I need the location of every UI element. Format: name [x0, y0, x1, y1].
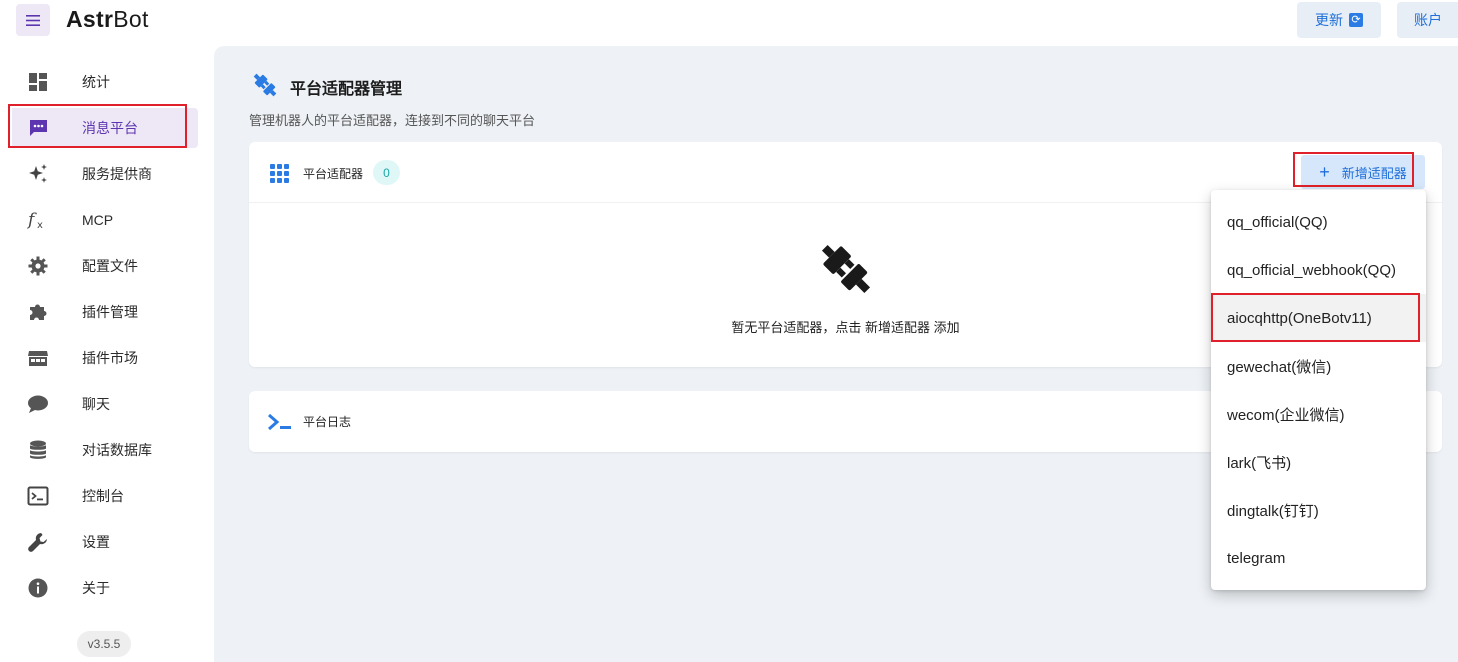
sidebar-item-label: 设置 [82, 534, 110, 550]
add-adapter-button[interactable]: + 新增适配器 [1301, 155, 1425, 189]
sidebar-item-label: 插件市场 [82, 350, 138, 366]
svg-text:x: x [37, 220, 43, 231]
menu-toggle-button[interactable] [16, 4, 50, 36]
update-button[interactable]: 更新 ⟳ [1297, 2, 1381, 38]
update-label: 更新 [1315, 12, 1343, 28]
plug-icon [253, 73, 277, 97]
sidebar-item-settings[interactable]: 设置 [12, 522, 198, 562]
console-icon [27, 485, 49, 507]
top-bar: AstrBot 更新 ⟳ 账户 [0, 0, 1458, 46]
sidebar-item-label: 关于 [82, 580, 110, 596]
sidebar-item-label: MCP [82, 212, 114, 228]
puzzle-icon [27, 301, 49, 323]
info-icon [27, 577, 49, 599]
logs-card-title: 平台日志 [303, 415, 352, 429]
version-chip: v3.5.5 [77, 631, 131, 657]
sidebar-item-label: 插件管理 [82, 304, 138, 320]
page-title: 平台适配器管理 [290, 81, 403, 98]
svg-text:f: f [27, 210, 37, 230]
sidebar-item-label: 服务提供商 [82, 166, 152, 182]
brand-logo: AstrBot [66, 6, 149, 32]
menu-item-lark[interactable]: lark(飞书) [1211, 438, 1426, 486]
menu-item-aiocqhttp[interactable]: aiocqhttp(OneBotv11) [1211, 294, 1426, 342]
hamburger-icon [26, 14, 40, 26]
plus-icon: + [1319, 162, 1330, 182]
account-button[interactable]: 账户 [1397, 2, 1458, 38]
adapter-type-dropdown: qq_official(QQ) qq_official_webhook(QQ) … [1211, 190, 1426, 590]
grid-icon [270, 164, 289, 183]
highlight-box-messaging [8, 104, 187, 148]
plug-empty-icon [821, 244, 871, 294]
sidebar-item-market[interactable]: 插件市场 [12, 338, 198, 378]
sidebar-item-label: 统计 [82, 74, 110, 90]
sidebar-item-label: 聊天 [82, 396, 110, 412]
menu-item-telegram[interactable]: telegram [1211, 534, 1426, 582]
menu-item-dingtalk[interactable]: dingtalk(钉钉) [1211, 486, 1426, 534]
wrench-icon [27, 531, 49, 553]
account-label: 账户 [1414, 12, 1442, 28]
sidebar-item-label: 对话数据库 [82, 442, 152, 458]
adapter-count-badge: 0 [373, 160, 400, 185]
add-adapter-label: 新增适配器 [1341, 165, 1407, 181]
dashboard-icon [27, 71, 49, 93]
page-subtitle: 管理机器人的平台适配器，连接到不同的聊天平台 [249, 113, 536, 128]
menu-item-qq-official-webhook[interactable]: qq_official_webhook(QQ) [1211, 246, 1426, 294]
menu-item-wecom[interactable]: wecom(企业微信) [1211, 390, 1426, 438]
sidebar-item-label: 控制台 [82, 488, 124, 504]
terminal-icon [268, 413, 291, 431]
sidebar-item-console[interactable]: 控制台 [12, 476, 198, 516]
menu-item-qq-official[interactable]: qq_official(QQ) [1211, 198, 1426, 246]
sidebar-item-plugins[interactable]: 插件管理 [12, 292, 198, 332]
adapters-card-title: 平台适配器 [303, 167, 364, 181]
sidebar-item-config[interactable]: 配置文件 [12, 246, 198, 286]
sidebar-item-label: 配置文件 [82, 258, 138, 274]
refresh-icon: ⟳ [1349, 13, 1363, 27]
sparkle-icon [27, 163, 49, 185]
menu-item-gewechat[interactable]: gewechat(微信) [1211, 342, 1426, 390]
function-icon: fx [27, 209, 49, 231]
sidebar-item-database[interactable]: 对话数据库 [12, 430, 198, 470]
sidebar-item-about[interactable]: 关于 [12, 568, 198, 608]
chat-icon [27, 393, 49, 415]
gear-icon [27, 255, 49, 277]
database-icon [27, 439, 49, 461]
sidebar-item-providers[interactable]: 服务提供商 [12, 154, 198, 194]
sidebar-item-chat[interactable]: 聊天 [12, 384, 198, 424]
sidebar-item-mcp[interactable]: fx MCP [12, 200, 198, 240]
sidebar-item-stats[interactable]: 统计 [12, 62, 198, 102]
store-icon [27, 347, 49, 369]
